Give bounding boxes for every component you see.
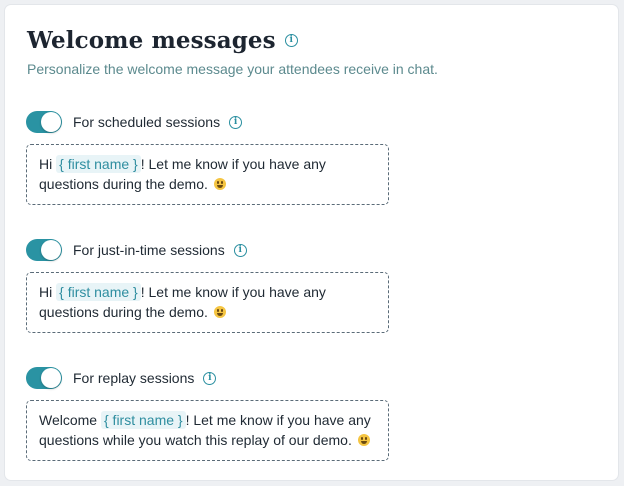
info-icon[interactable]: i (203, 371, 217, 385)
toggle-knob (41, 368, 61, 388)
section-just-in-time: For just-in-time sessions i Hi { first n… (26, 239, 389, 333)
first-name-token[interactable]: { first name } (100, 411, 186, 429)
scheduled-sessions-label: For scheduled sessions (73, 114, 221, 130)
replay-message-editor[interactable]: Welcome { first name }! Let me know if y… (26, 400, 389, 461)
grinning-face-icon (357, 434, 370, 446)
section-replay: For replay sessions i Welcome { first na… (26, 367, 389, 461)
replay-sessions-label: For replay sessions (73, 370, 195, 386)
page-subtitle: Personalize the welcome message your att… (27, 61, 438, 77)
message-text: Welcome (39, 412, 101, 428)
page-title: Welcome messages (27, 27, 276, 54)
scheduled-sessions-toggle[interactable] (26, 111, 62, 133)
header: Welcome messages i (27, 27, 298, 54)
message-text: Hi (39, 284, 57, 300)
info-icon[interactable]: i (284, 34, 298, 47)
replay-sessions-toggle[interactable] (26, 367, 62, 389)
grinning-face-icon (213, 306, 226, 318)
toggle-knob (41, 240, 61, 260)
welcome-messages-card: Welcome messages i Personalize the welco… (5, 5, 618, 480)
just-in-time-message-editor[interactable]: Hi { first name }! Let me know if you ha… (26, 272, 389, 333)
just-in-time-sessions-label: For just-in-time sessions (73, 242, 225, 258)
info-icon[interactable]: i (229, 115, 243, 129)
info-icon[interactable]: i (233, 243, 247, 257)
just-in-time-sessions-toggle[interactable] (26, 239, 62, 261)
section-scheduled: For scheduled sessions i Hi { first name… (26, 111, 389, 205)
message-text: Hi (39, 156, 57, 172)
toggle-knob (41, 112, 61, 132)
scheduled-message-editor[interactable]: Hi { first name }! Let me know if you ha… (26, 144, 389, 205)
grinning-face-icon (213, 178, 226, 190)
first-name-token[interactable]: { first name } (56, 283, 141, 301)
first-name-token[interactable]: { first name } (56, 155, 141, 173)
